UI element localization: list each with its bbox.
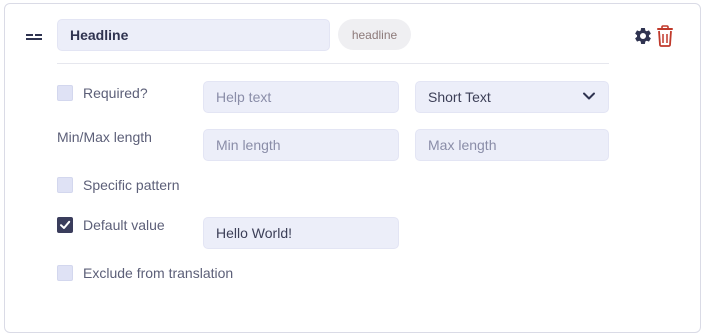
- required-label: Required?: [83, 85, 148, 101]
- default-value-input[interactable]: [203, 217, 399, 249]
- drag-handle-icon[interactable]: [25, 31, 43, 43]
- pattern-label: Specific pattern: [83, 177, 180, 193]
- default-value-checkbox[interactable]: [57, 217, 73, 233]
- checkmark-icon: [60, 220, 71, 229]
- field-type-select[interactable]: Short Text: [415, 81, 609, 113]
- minmax-label: Min/Max length: [57, 129, 152, 145]
- exclude-translation-checkbox[interactable]: [57, 265, 73, 281]
- max-length-input[interactable]: [415, 129, 609, 161]
- min-length-input[interactable]: [203, 129, 399, 161]
- chevron-down-icon: [582, 88, 596, 106]
- pattern-checkbox[interactable]: [57, 177, 73, 193]
- field-type-value: Short Text: [428, 89, 491, 105]
- field-slug-badge: headline: [338, 19, 411, 50]
- trash-icon[interactable]: [656, 25, 674, 47]
- field-card: headline Required? Short Text Min/Max le…: [4, 3, 701, 333]
- help-text-input[interactable]: [203, 81, 399, 113]
- default-value-label: Default value: [83, 217, 165, 233]
- exclude-translation-label: Exclude from translation: [83, 265, 234, 281]
- field-slug-text: headline: [351, 27, 398, 42]
- required-checkbox[interactable]: [57, 85, 73, 101]
- gear-icon[interactable]: [633, 26, 653, 46]
- header-divider: [57, 63, 609, 64]
- field-title-input[interactable]: [57, 19, 330, 51]
